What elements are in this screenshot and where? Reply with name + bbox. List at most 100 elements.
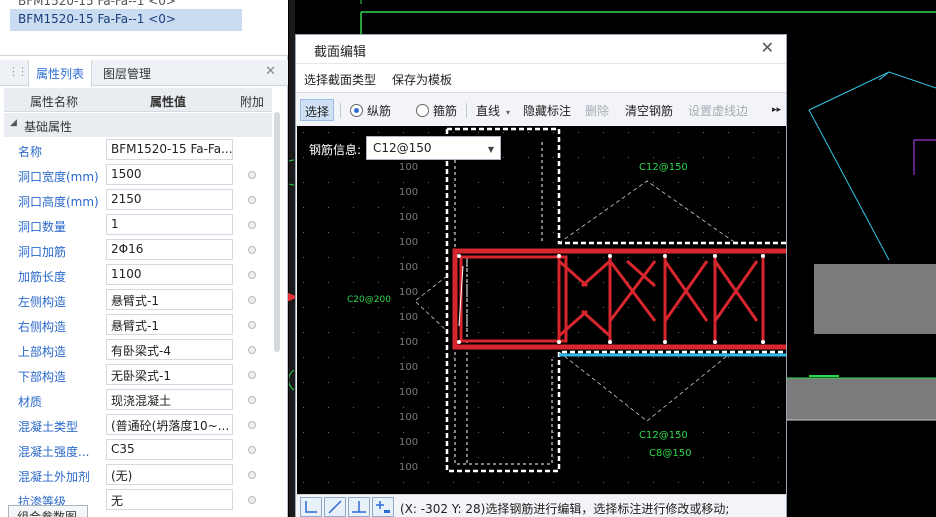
tab-layer-management[interactable]: 图层管理 (96, 60, 158, 86)
grid-dot (528, 182, 529, 183)
rebar-point[interactable] (663, 340, 667, 344)
extra-checkbox[interactable] (248, 321, 256, 329)
property-row[interactable]: 加筋长度 1100 (4, 262, 272, 287)
extra-checkbox[interactable] (248, 421, 256, 429)
property-value-field[interactable]: (普通砼(坍落度10~... (106, 414, 233, 435)
property-row[interactable]: 右侧构造 悬臂式-1 (4, 312, 272, 337)
property-value-field[interactable]: 1100 (106, 264, 233, 285)
dialog-title-bar[interactable]: 截面编辑 ✕ (296, 35, 786, 63)
grid-dot (653, 132, 654, 133)
property-row[interactable]: 下部构造 无卧梁式-1 (4, 362, 272, 387)
property-row[interactable]: 混凝土外加剂 (无) (4, 462, 272, 487)
close-icon[interactable]: ✕ (265, 64, 276, 79)
extra-checkbox[interactable] (248, 196, 256, 204)
property-value-field[interactable]: 有卧梁式-4 (106, 339, 233, 360)
extra-checkbox[interactable] (248, 496, 256, 504)
tree-item-selected[interactable]: BFM1520-15 Fa-Fa--1 <0> (10, 9, 242, 31)
rebar-point[interactable] (761, 254, 765, 258)
ortho-mode-icon[interactable] (300, 497, 322, 517)
property-row[interactable]: 名称 BFM1520-15 Fa-Fa... (4, 137, 272, 162)
grid-dot (428, 257, 429, 258)
property-row[interactable]: 混凝土类型 (普通砼(坍落度10~... (4, 412, 272, 437)
property-row[interactable]: 洞口加筋 2Φ16 (4, 237, 272, 262)
property-row[interactable]: 左侧构造 悬臂式-1 (4, 287, 272, 312)
delete-button[interactable]: 删除 (585, 102, 609, 119)
extra-checkbox[interactable] (248, 271, 256, 279)
rebar-point[interactable] (557, 254, 561, 258)
annotation-bottom-1[interactable]: C12@150 (639, 430, 688, 441)
property-group-basic[interactable]: ◢ 基础属性 (4, 113, 272, 137)
collapse-caret-icon[interactable]: ◢ (10, 118, 17, 128)
combined-parameter-button[interactable]: 组合参数图 (8, 505, 88, 517)
extra-checkbox[interactable] (248, 346, 256, 354)
grid-dot (303, 157, 304, 158)
stirrup-radio[interactable]: 箍筋 (416, 102, 457, 119)
rebar-point[interactable] (713, 340, 717, 344)
property-value-field[interactable]: 2Φ16 (106, 239, 233, 260)
property-row[interactable]: 洞口高度(mm) 2150 (4, 187, 272, 212)
perpendicular-mode-icon[interactable] (348, 497, 370, 517)
menu-save-as-template[interactable]: 保存为模板 (392, 71, 452, 88)
grid-dot (503, 157, 504, 158)
rebar-point[interactable] (761, 340, 765, 344)
snap-plus-icon[interactable] (372, 497, 394, 517)
property-row[interactable]: 上部构造 有卧梁式-4 (4, 337, 272, 362)
extra-checkbox[interactable] (248, 371, 256, 379)
property-value-field[interactable]: 无 (106, 489, 233, 510)
grid-dot (503, 182, 504, 183)
property-value-field[interactable]: 无卧梁式-1 (106, 364, 233, 385)
properties-scrollbar[interactable] (274, 112, 280, 352)
grid-dot (428, 232, 429, 233)
property-value-field[interactable]: 现浇混凝土 (106, 389, 233, 410)
property-value-field[interactable]: C35 (106, 439, 233, 460)
extra-checkbox[interactable] (248, 471, 256, 479)
grid-dot (553, 357, 554, 358)
grid-dot (603, 257, 604, 258)
annotation-bottom-2[interactable]: C8@150 (649, 448, 691, 459)
property-value-field[interactable]: BFM1520-15 Fa-Fa... (106, 139, 233, 160)
rebar-point[interactable] (457, 340, 461, 344)
menu-select-section-type[interactable]: 选择截面类型 (304, 71, 376, 88)
extra-checkbox[interactable] (248, 296, 256, 304)
tree-item[interactable]: BFM1520-15 Fa-Fa--1 <0> (18, 0, 176, 8)
oblique-mode-icon[interactable] (324, 497, 346, 517)
canvas-grid-labels: 100 100 100 100 100 100 100 100 100 100 100 100 100 (399, 162, 418, 473)
property-value-field[interactable]: 2150 (106, 189, 233, 210)
annotation-left[interactable]: C20@200 (347, 295, 391, 305)
grid-dot (353, 257, 354, 258)
property-row[interactable]: 洞口数量 1 (4, 212, 272, 237)
hide-annotation-button[interactable]: 隐藏标注 (523, 102, 571, 119)
property-value-field[interactable]: 1500 (106, 164, 233, 185)
tab-properties[interactable]: 属性列表 (28, 60, 93, 87)
rebar-point[interactable] (663, 254, 667, 258)
property-value-field[interactable]: 1 (106, 214, 233, 235)
rebar-point[interactable] (608, 254, 612, 258)
drag-grip-icon[interactable]: ⋮⋮ (8, 65, 28, 78)
extra-checkbox[interactable] (248, 171, 256, 179)
line-dropdown-button[interactable]: 直线 ▾ (476, 102, 510, 119)
grid-dot (428, 357, 429, 358)
section-canvas[interactable]: 100 100 100 100 100 100 100 100 100 100 100 100 100 (297, 126, 786, 494)
longitudinal-rebar-radio[interactable]: 纵筋 (350, 102, 391, 119)
rebar-point[interactable] (557, 340, 561, 344)
property-value-field[interactable]: 悬臂式-1 (106, 289, 233, 310)
clear-rebar-button[interactable]: 清空钢筋 (625, 102, 673, 119)
rebar-info-select[interactable]: C12@150 ▼ (366, 136, 501, 160)
property-value-field[interactable]: (无) (106, 464, 233, 485)
close-icon[interactable]: ✕ (761, 38, 774, 57)
property-row[interactable]: 材质 现浇混凝土 (4, 387, 272, 412)
rebar-point[interactable] (608, 340, 612, 344)
property-value-field[interactable]: 悬臂式-1 (106, 314, 233, 335)
more-tools-icon[interactable]: ▸▸ (772, 105, 781, 115)
property-row[interactable]: 混凝土强度... C35 (4, 437, 272, 462)
property-row[interactable]: 洞口宽度(mm) 1500 (4, 162, 272, 187)
extra-checkbox[interactable] (248, 446, 256, 454)
extra-checkbox[interactable] (248, 396, 256, 404)
rebar-point[interactable] (457, 254, 461, 258)
extra-checkbox[interactable] (248, 246, 256, 254)
set-dashed-edge-button[interactable]: 设置虚线边 (688, 102, 748, 119)
select-tool-button[interactable]: 选择 (300, 99, 335, 121)
extra-checkbox[interactable] (248, 221, 256, 229)
annotation-top[interactable]: C12@150 (639, 162, 688, 173)
rebar-point[interactable] (713, 254, 717, 258)
